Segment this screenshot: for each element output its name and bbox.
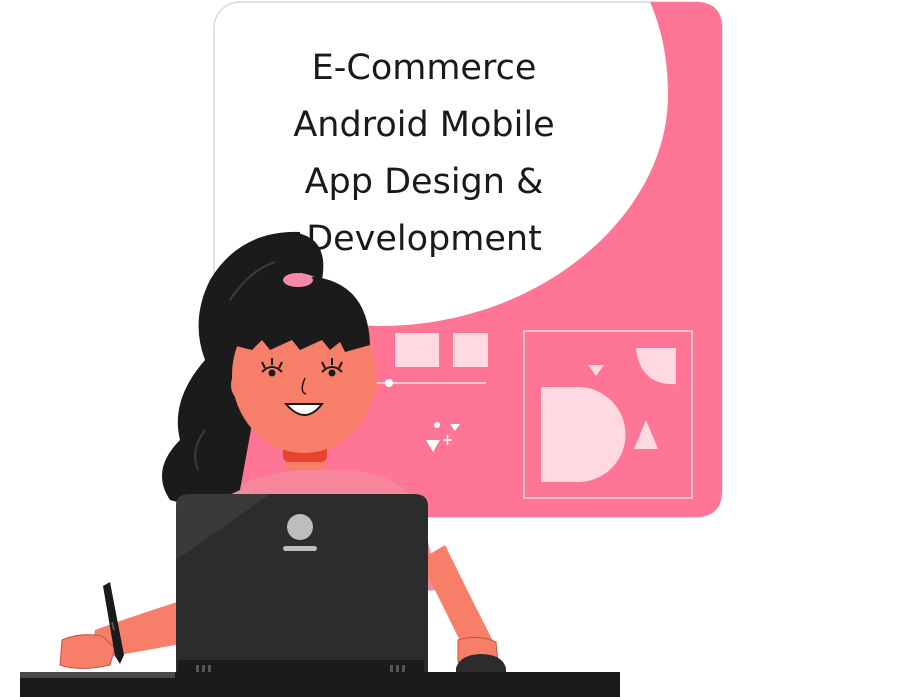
title-line: E-Commerce [311,48,537,88]
mockup-block [453,333,488,367]
drawing-tablet [20,672,175,678]
ear [231,370,253,400]
slider-knob [385,379,393,387]
page-title: E-Commerce Android Mobile App Design & D… [254,40,594,268]
mockup-block [395,333,439,367]
sparkle-dot [434,422,440,428]
left-hand [59,634,116,669]
right-arm [420,545,495,645]
ear [355,370,377,400]
pupil [268,369,276,377]
title-line: App Design & [304,162,544,202]
pupil [328,369,336,377]
hair-tie [283,273,313,287]
hero-illustration-section: E-Commerce Android Mobile App Design & D… [0,0,901,697]
title-line: Development [306,219,542,259]
title-line: Android Mobile [293,105,555,145]
